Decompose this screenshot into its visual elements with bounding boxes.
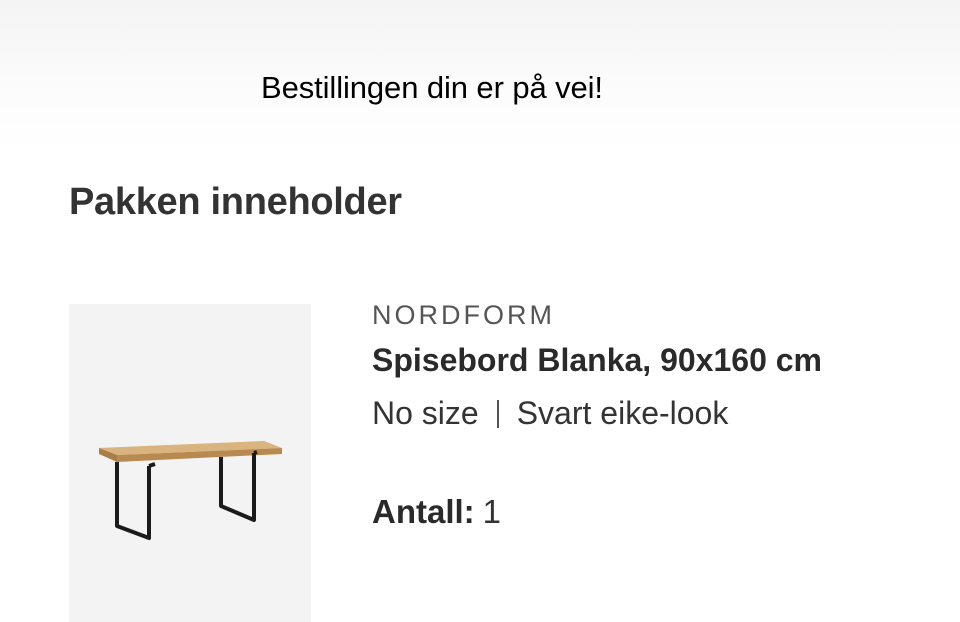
product-image[interactable] xyxy=(69,304,311,622)
product-color: Svart eike-look xyxy=(516,395,729,431)
package-contents-title: Pakken inneholder xyxy=(69,181,402,223)
product-brand: NORDFORM xyxy=(372,300,555,330)
product-name[interactable]: Spisebord Blanka, 90x160 cm xyxy=(372,342,822,379)
order-status-message: Bestillingen din er på vei! xyxy=(261,70,603,105)
quantity-label: Antall: xyxy=(372,493,475,530)
dining-table-image xyxy=(99,441,282,540)
quantity-value: 1 xyxy=(482,493,502,530)
variant-separator xyxy=(496,399,499,428)
product-quantity: Antall: 1 xyxy=(372,493,501,531)
order-status-banner: Bestillingen din er på vei! xyxy=(0,0,960,150)
product-variant: No size Svart eike-look xyxy=(372,395,728,432)
product-size: No size xyxy=(372,395,479,431)
